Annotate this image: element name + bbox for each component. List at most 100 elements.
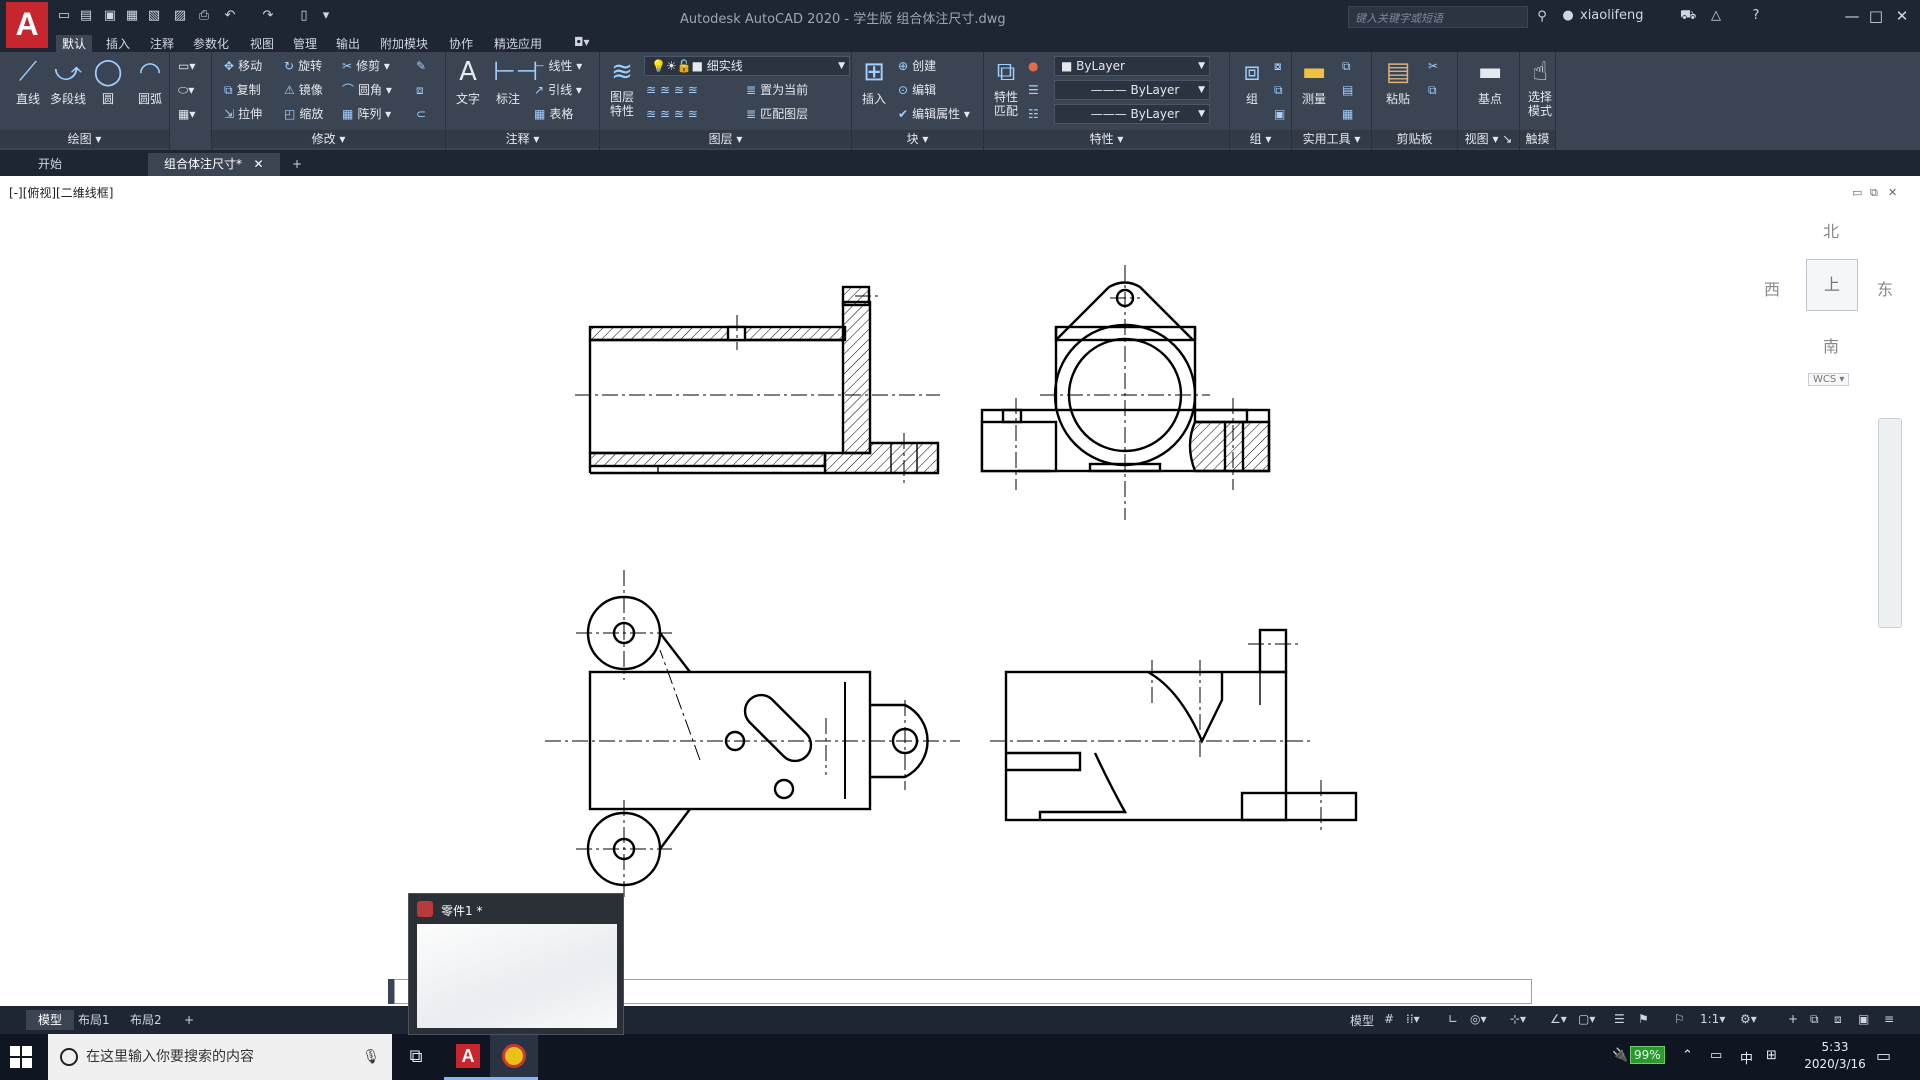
- tab-layout2[interactable]: 布局2: [118, 1010, 174, 1030]
- autocad-app-menu-button[interactable]: A: [6, 2, 48, 48]
- isodraft-icon[interactable]: ⊹▾: [1510, 1012, 1526, 1026]
- hardware-accel-icon[interactable]: ⧈: [1834, 1012, 1842, 1027]
- cart-icon[interactable]: ⛟: [1680, 8, 1696, 24]
- microphone-icon[interactable]: 🎙: [362, 1034, 380, 1080]
- erase-icon[interactable]: ✎: [416, 56, 430, 76]
- power-icon[interactable]: 🔌: [1612, 1048, 1628, 1063]
- annotation-scale-select[interactable]: 1:1▾: [1700, 1012, 1725, 1026]
- layer-select[interactable]: 💡☀🔓■ 细实线 ▼: [644, 56, 850, 76]
- explode-icon[interactable]: ⧈: [416, 80, 428, 100]
- tab-output[interactable]: 输出: [336, 35, 360, 52]
- tab-view[interactable]: 视图: [250, 35, 274, 52]
- plot-icon[interactable]: ▨: [172, 8, 188, 24]
- tab-annotate[interactable]: 注释: [150, 35, 174, 52]
- offset-icon[interactable]: ⊂: [416, 104, 430, 124]
- viewcube-east-label[interactable]: 东: [1877, 276, 1893, 300]
- linear-button[interactable]: ⊢ 线性 ▾: [534, 56, 582, 76]
- dimension-button[interactable]: ⊢⊣ 标注: [488, 56, 538, 107]
- mirror-button[interactable]: ⚠ 镜像: [284, 80, 323, 100]
- draw-panel-title[interactable]: 绘图 ▾: [0, 130, 169, 148]
- calculator-icon[interactable]: ▦: [1342, 104, 1357, 124]
- osnap-icon[interactable]: ∠▾: [1550, 1012, 1567, 1026]
- viewcube-south-label[interactable]: 南: [1823, 333, 1839, 357]
- a360-icon[interactable]: △: [1708, 8, 1724, 24]
- paste-button[interactable]: ▤ 粘贴: [1378, 56, 1418, 107]
- copy-clip-icon[interactable]: ⧉: [1428, 80, 1441, 100]
- annotation-scale-icon[interactable]: ⚐: [1674, 1012, 1685, 1026]
- osnap-tracking-icon[interactable]: ▢▾: [1578, 1012, 1595, 1026]
- taskbar-solidworks-icon[interactable]: [490, 1034, 538, 1080]
- tab-collaborate[interactable]: 协作: [449, 35, 473, 52]
- viewport-minimize-icon[interactable]: ▭: [1852, 186, 1862, 199]
- customize-quick-access-icon[interactable]: ▾: [318, 8, 334, 24]
- add-layout-button[interactable]: +: [172, 1010, 206, 1030]
- notification-icon[interactable]: ▭: [1876, 1046, 1891, 1065]
- text-button[interactable]: A 文字: [448, 56, 488, 107]
- viewcube-west-label[interactable]: 西: [1764, 276, 1780, 300]
- linetype-select[interactable]: ——— ByLayer ▼: [1054, 80, 1210, 100]
- navigation-bar[interactable]: [1878, 418, 1902, 628]
- circle-button[interactable]: ◯ 圆: [88, 56, 128, 107]
- move-button[interactable]: ✥ 移动: [224, 56, 262, 76]
- model-space-toggle[interactable]: 模型: [1350, 1012, 1374, 1029]
- ime-mode-icon[interactable]: ⊞: [1766, 1048, 1777, 1063]
- snap-icon[interactable]: ⁞⁞▾: [1406, 1012, 1420, 1026]
- undo-icon[interactable]: ↶: [222, 8, 238, 24]
- set-current-button[interactable]: ≣ 置为当前: [746, 80, 808, 100]
- annotation-panel-title[interactable]: 注释 ▾: [446, 130, 599, 148]
- lineweight-toggle-icon[interactable]: ☰: [1614, 1012, 1625, 1026]
- group-button[interactable]: ⧈ 组: [1232, 56, 1272, 107]
- clean-screen-icon[interactable]: ▣: [1858, 1012, 1869, 1026]
- new-file-icon[interactable]: ▭: [56, 8, 72, 24]
- close-button[interactable]: ✕: [1890, 6, 1914, 26]
- minimize-button[interactable]: —: [1840, 6, 1864, 26]
- tab-default[interactable]: 默认: [56, 35, 93, 53]
- group-select-icon[interactable]: ▣: [1274, 104, 1289, 124]
- cut-icon[interactable]: ✂: [1428, 56, 1442, 76]
- stretch-button[interactable]: ⇲ 拉伸: [224, 104, 262, 124]
- viewport-controls-label[interactable]: [-][俯视][二维线框]: [9, 184, 113, 201]
- network-icon[interactable]: ▭: [1710, 1048, 1722, 1063]
- search-input[interactable]: 键入关键字或短语: [1348, 6, 1528, 28]
- match-properties-button[interactable]: ⧉ 特性 匹配: [986, 56, 1026, 118]
- tab-manage[interactable]: 管理: [293, 35, 317, 52]
- quick-select-icon[interactable]: ▤: [1342, 80, 1357, 100]
- save-icon[interactable]: ▣: [102, 8, 118, 24]
- user-name[interactable]: xiaolifeng: [1580, 8, 1644, 23]
- plus-icon[interactable]: +: [1788, 1012, 1798, 1026]
- new-tab-button[interactable]: +: [276, 153, 318, 176]
- wcs-menu[interactable]: WCS ▾: [1808, 373, 1850, 386]
- copy-button[interactable]: ⧉ 复制: [224, 80, 261, 100]
- color-select[interactable]: ■ ByLayer ▼: [1054, 56, 1210, 76]
- layer-tools-row1[interactable]: ≊ ≊ ≊ ≊: [646, 80, 702, 100]
- properties-panel-title[interactable]: 特性 ▾: [984, 130, 1229, 148]
- select-mode-button[interactable]: ☝ 选择 模式: [1520, 56, 1560, 118]
- grid-icon[interactable]: #: [1384, 1012, 1394, 1026]
- hatch-icon[interactable]: ▦▾: [178, 104, 195, 124]
- save-as-icon[interactable]: ▦: [124, 8, 140, 24]
- ellipse-icon[interactable]: ⬭▾: [178, 80, 194, 100]
- open-file-icon[interactable]: ▤: [78, 8, 94, 24]
- rectangle-icon[interactable]: ▭▾: [178, 56, 195, 76]
- taskbar-clock[interactable]: 5:33 2020/3/16: [1790, 1039, 1880, 1073]
- tab-start[interactable]: 开始: [22, 153, 78, 176]
- groups-panel-title[interactable]: 组 ▾: [1230, 130, 1291, 148]
- modify-panel-title[interactable]: 修改 ▾: [212, 130, 445, 148]
- rotate-button[interactable]: ↻ 旋转: [284, 56, 322, 76]
- close-tab-icon[interactable]: ✕: [253, 157, 263, 171]
- lineweight-select[interactable]: ——— ByLayer ▼: [1054, 104, 1210, 124]
- create-block-button[interactable]: ⊕ 创建: [898, 56, 936, 76]
- redo-icon[interactable]: ↷: [260, 8, 276, 24]
- tab-addins[interactable]: 附加模块: [380, 35, 428, 52]
- help-icon[interactable]: ?: [1748, 8, 1764, 24]
- insert-button[interactable]: ⊞ 插入: [854, 56, 894, 107]
- battery-indicator[interactable]: 99%: [1630, 1046, 1665, 1064]
- trim-button[interactable]: ✂ 修剪 ▾: [342, 56, 390, 76]
- viewport-close-icon[interactable]: ✕: [1888, 186, 1897, 199]
- print-icon[interactable]: ⎙: [196, 8, 212, 24]
- edit-block-button[interactable]: ⊙ 编辑: [898, 80, 936, 100]
- match-layer-button[interactable]: ≣ 匹配图层: [746, 104, 808, 124]
- arc-button[interactable]: ◠ 圆弧: [130, 56, 170, 107]
- signin-binoculars-icon[interactable]: ⚲: [1534, 9, 1550, 25]
- taskbar-autocad-icon[interactable]: A: [444, 1034, 492, 1080]
